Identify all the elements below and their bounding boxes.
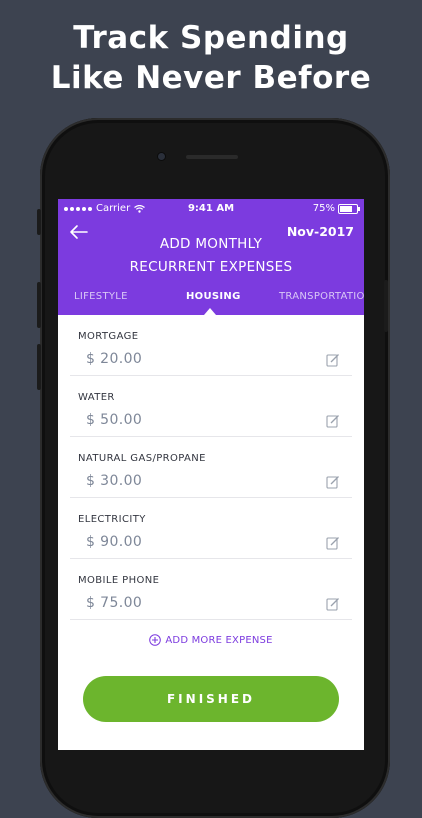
tab-lifestyle[interactable]: LIFESTYLE [74, 291, 128, 302]
back-arrow-icon[interactable] [68, 223, 90, 241]
tab-housing[interactable]: HOUSING [186, 291, 241, 302]
expense-row-electricity[interactable]: ELECTRICITY $ 90.00 [70, 498, 352, 559]
battery-icon [338, 203, 360, 214]
volume-button [37, 209, 41, 235]
expense-row-mobile-phone[interactable]: MOBILE PHONE $ 75.00 [70, 559, 352, 620]
edit-icon[interactable] [326, 353, 340, 367]
power-button [384, 280, 388, 332]
phone-screen: Carrier 9:41 AM 75% Nov-2017 ADD MONTHLY… [58, 199, 364, 750]
plus-circle-icon [149, 634, 162, 646]
tab-transportation[interactable]: TRANSPORTATIO [279, 291, 364, 302]
expense-amount-input[interactable]: $ 30.00 [86, 473, 142, 489]
speaker-grille [186, 155, 238, 159]
expense-label: ELECTRICITY [78, 514, 146, 525]
expense-row-natural-gas[interactable]: NATURAL GAS/PROPANE $ 30.00 [70, 437, 352, 498]
expense-label: WATER [78, 392, 115, 403]
expense-amount-input[interactable]: $ 50.00 [86, 412, 142, 428]
finished-button[interactable]: FINISHED [83, 676, 339, 722]
edit-icon[interactable] [326, 597, 340, 611]
promo-line-2: Like Never Before [50, 60, 372, 96]
camera-icon [158, 153, 165, 160]
expense-label: NATURAL GAS/PROPANE [78, 453, 206, 464]
add-more-expense-button[interactable]: ADD MORE EXPENSE [58, 634, 364, 646]
volume-button [37, 344, 41, 390]
battery-percent: 75% [312, 203, 335, 214]
expense-amount-input[interactable]: $ 20.00 [86, 351, 142, 367]
promo-headline: Track Spending Like Never Before [0, 18, 422, 98]
expense-row-mortgage[interactable]: MORTGAGE $ 20.00 [70, 315, 352, 376]
promo-line-1: Track Spending [73, 20, 349, 56]
page-title-line-1: ADD MONTHLY [159, 236, 263, 252]
expense-label: MORTGAGE [78, 331, 139, 342]
edit-icon[interactable] [326, 475, 340, 489]
page-title-line-2: RECURRENT EXPENSES [129, 259, 293, 275]
expense-amount-input[interactable]: $ 75.00 [86, 595, 142, 611]
expense-list: MORTGAGE $ 20.00 WATER $ 50.00 NATURAL G… [70, 315, 352, 620]
page-title: ADD MONTHLY RECURRENT EXPENSES [98, 233, 324, 279]
status-bar: Carrier 9:41 AM 75% [58, 203, 364, 217]
expense-label: MOBILE PHONE [78, 575, 160, 586]
active-tab-indicator [204, 308, 216, 315]
edit-icon[interactable] [326, 536, 340, 550]
category-tabs: LIFESTYLE HOUSING TRANSPORTATIO [58, 291, 364, 309]
edit-icon[interactable] [326, 414, 340, 428]
expense-amount-input[interactable]: $ 90.00 [86, 534, 142, 550]
volume-button [37, 282, 41, 328]
expense-row-water[interactable]: WATER $ 50.00 [70, 376, 352, 437]
add-more-expense-label: ADD MORE EXPENSE [165, 634, 273, 646]
app-header: Carrier 9:41 AM 75% Nov-2017 ADD MONTHLY… [58, 199, 364, 315]
